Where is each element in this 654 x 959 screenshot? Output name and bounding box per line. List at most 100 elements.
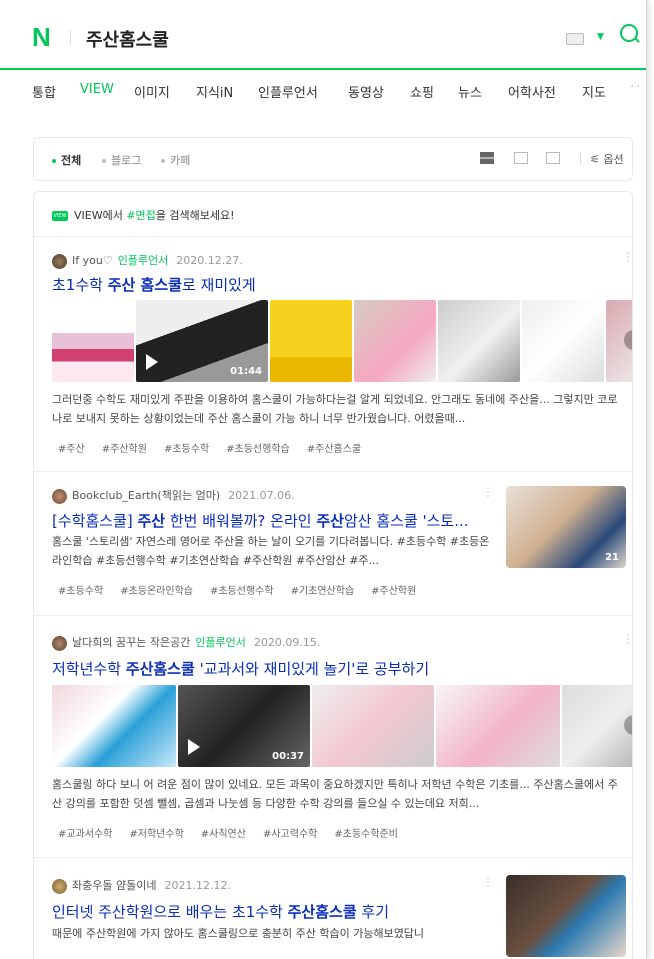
thumbnail-strip: 00:37 › [52, 685, 632, 767]
tag[interactable]: #초등수학준비 [334, 829, 398, 840]
result-description: 그러던중 수학도 재미있게 주판을 이용하여 홈스쿨이 가능하다는걸 알게 되었… [52, 393, 618, 425]
title-part: 저학년수학 [52, 660, 126, 678]
tab-view[interactable]: VIEW [80, 82, 114, 97]
title-highlight: 주산홈스쿨 [125, 660, 195, 678]
result-title[interactable]: 초1수학 주산 홈스쿨로 재미있게 [52, 274, 256, 295]
tab-kin[interactable]: 지식iN [196, 82, 233, 101]
author-name[interactable]: 날다희의 꿈꾸는 작은공간 [72, 636, 190, 649]
thumbnail-image[interactable] [270, 300, 352, 382]
tag[interactable]: #기초연산학습 [291, 586, 355, 597]
result-thumbnail[interactable] [506, 875, 626, 957]
tag[interactable]: #초등수학 [164, 444, 209, 455]
thumbnail-image[interactable] [438, 300, 520, 382]
options-label: 옵션 [603, 153, 624, 166]
notice-prefix: VIEW에서 [74, 209, 127, 222]
chevron-down-icon[interactable]: ▼ [597, 32, 604, 42]
video-thumbnail[interactable]: 01:44 [136, 300, 268, 382]
thumbnail-image[interactable] [312, 685, 434, 767]
filter-all[interactable]: 전체 [52, 152, 81, 168]
tab-image[interactable]: 이미지 [134, 82, 170, 101]
result-title[interactable]: [수학홈스쿨] 주산 한번 배워볼까? 온라인 주산암산 홈스쿨 '스토... [52, 510, 469, 531]
tag[interactable]: #주산학원 [102, 444, 147, 455]
tag[interactable]: #초등수학 [58, 586, 103, 597]
thumbnail-image[interactable] [354, 300, 436, 382]
thumbnail-image[interactable] [52, 685, 176, 767]
more-options-icon[interactable]: ⋮ [622, 632, 632, 646]
result-description: 때문에 주산학원에 가지 않아도 홈스쿨링으로 충분히 주산 학습이 가능해보였… [52, 927, 425, 940]
divider [34, 615, 632, 616]
author-name[interactable]: 좌충우돌 얌돌이네 [72, 879, 156, 892]
title-highlight: 주산 홈스쿨 [107, 276, 182, 294]
filter-all-label: 전체 [61, 154, 82, 167]
tab-news[interactable]: 뉴스 [458, 82, 482, 101]
influencer-badge: 인플루언서 [195, 636, 246, 649]
tag[interactable]: #초등온라인학습 [120, 586, 193, 597]
result-description: 홈스쿨 '스토리샘' 자연스레 영어로 주산을 하는 날이 오기를 기다려봅니다… [52, 535, 490, 567]
search-input[interactable]: 주산홈스쿨 [86, 26, 169, 52]
tag[interactable]: #초등선행수학 [210, 586, 274, 597]
thumbnail-image[interactable] [52, 300, 134, 382]
video-thumbnail[interactable]: 00:37 [178, 685, 310, 767]
tab-video[interactable]: 동영상 [348, 82, 384, 101]
search-icon[interactable] [620, 24, 638, 42]
video-view-icon[interactable] [546, 152, 560, 164]
result-thumbnail[interactable]: 21 [506, 486, 626, 568]
tag[interactable]: #저학년수학 [129, 829, 183, 840]
chevron-right-icon[interactable]: › [624, 715, 632, 735]
search-page: N 주산홈스쿨 ▼ 통합 VIEW 이미지 지식iN 인플루언서 동영상 쇼핑 … [0, 0, 647, 959]
avatar[interactable] [52, 253, 67, 269]
more-options-icon[interactable]: ⋮ [622, 250, 632, 264]
result-author-row: If you♡ 인플루언서 2020.12.27. [52, 252, 243, 269]
title-part: 한번 배워볼까? 온라인 [165, 512, 317, 530]
influencer-badge: 인플루언서 [117, 254, 169, 267]
grid-view-icon[interactable] [514, 152, 528, 164]
filter-cafe[interactable]: 카페 [161, 152, 190, 168]
post-date: 2020.09.15. [253, 636, 321, 649]
title-part: 초1수학 [52, 276, 108, 294]
notice-keyword-link[interactable]: #면접 [126, 209, 155, 222]
result-title[interactable]: 인터넷 주산학원으로 배우는 초1수학 주산홈스쿨 후기 [52, 901, 389, 922]
tag[interactable]: #사칙연산 [201, 829, 246, 840]
tab-shopping[interactable]: 쇼핑 [410, 82, 434, 101]
tag[interactable]: #초등선행학습 [226, 444, 290, 455]
play-icon [188, 739, 200, 755]
thumbnail-image[interactable]: › [562, 685, 632, 767]
video-duration: 01:44 [230, 366, 262, 377]
title-highlight: 주산홈스쿨 [287, 903, 357, 921]
list-view-icon[interactable] [480, 152, 494, 164]
tag[interactable]: #주산홈스쿨 [307, 444, 361, 455]
filter-bar: 전체 블로그 카페 ⚟ 옵션 [33, 137, 633, 181]
naver-logo[interactable]: N [32, 22, 51, 53]
author-name[interactable]: If you♡ [72, 254, 113, 267]
result-author-row: 좌충우돌 얌돌이네 2021.12.12. [52, 877, 231, 894]
thumbnail-image[interactable]: › [606, 300, 632, 382]
result-title[interactable]: 저학년수학 주산홈스쿨 '교과서와 재미있게 놀기'로 공부하기 [52, 658, 429, 679]
view-badge-icon: VIEW [52, 211, 68, 221]
result-author-row: 날다희의 꿈꾸는 작은공간 인플루언서 2020.09.15. [52, 634, 320, 651]
tag[interactable]: #주산 [58, 444, 85, 455]
thumbnail-image[interactable] [522, 300, 604, 382]
tab-all[interactable]: 통합 [32, 82, 56, 101]
dot-icon [52, 159, 56, 163]
tag[interactable]: #주산학원 [371, 586, 416, 597]
thumbnail-image[interactable] [436, 685, 560, 767]
more-tabs-icon[interactable]: ·· [630, 80, 642, 95]
avatar[interactable] [52, 488, 67, 504]
tab-dictionary[interactable]: 어학사전 [508, 82, 556, 101]
tab-influencer[interactable]: 인플루언서 [258, 82, 318, 101]
thumbnail-strip: 01:44 › [52, 300, 632, 382]
chevron-right-icon[interactable]: › [624, 330, 632, 350]
tab-map[interactable]: 지도 [582, 82, 606, 101]
more-options-icon[interactable]: ⋮ [482, 875, 494, 889]
image-count: 21 [605, 552, 619, 563]
options-button[interactable]: ⚟ 옵션 [590, 151, 624, 167]
avatar[interactable] [52, 635, 67, 651]
more-options-icon[interactable]: ⋮ [482, 485, 494, 499]
result-description: 홈스쿨링 하다 보니 어 려운 점이 많이 있네요. 모든 과목이 중요하겠지만… [52, 778, 618, 810]
author-name[interactable]: Bookclub_Earth(책읽는 엄마) [72, 489, 220, 502]
tag[interactable]: #교과서수학 [58, 829, 112, 840]
filter-blog[interactable]: 블로그 [102, 152, 141, 168]
tag[interactable]: #사고력수학 [263, 829, 317, 840]
keyboard-icon[interactable] [566, 33, 584, 45]
avatar[interactable] [52, 878, 67, 894]
